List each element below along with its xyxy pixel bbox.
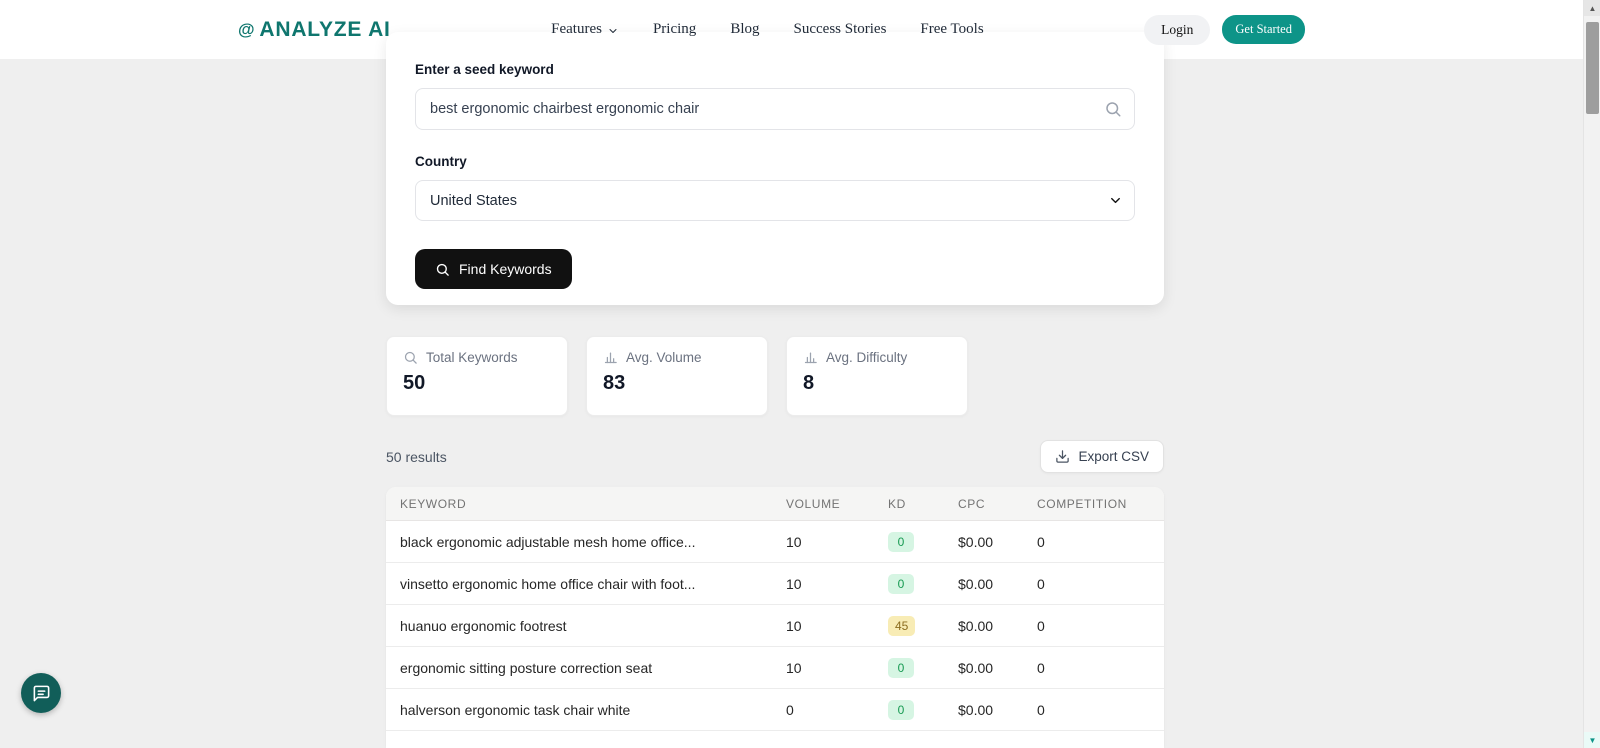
nav-item-label: Features	[551, 21, 602, 37]
stat-label: Avg. Volume	[626, 350, 702, 365]
scrollbar[interactable]: ▲ ▼	[1583, 0, 1600, 748]
seed-keyword-label: Enter a seed keyword	[415, 62, 554, 77]
seed-keyword-input[interactable]	[415, 88, 1135, 130]
keyword-cell: black ergonomic adjustable mesh home off…	[400, 533, 696, 550]
cpc-cell: $0.00	[958, 659, 994, 676]
volume-cell: 0	[786, 701, 794, 718]
volume-cell: 10	[786, 533, 802, 550]
keyword-search-card: Enter a seed keyword Country United Stat…	[386, 32, 1164, 305]
stat-card-avg-difficulty: Avg. Difficulty 8	[786, 336, 968, 416]
keyword-cell: ergonomic sitting posture correction sea…	[400, 659, 653, 676]
kd-badge: 0	[888, 699, 914, 720]
bar-chart-icon	[804, 352, 817, 364]
column-header-competition: COMPETITION	[1037, 496, 1127, 511]
competition-cell: 0	[1037, 575, 1045, 592]
table-row[interactable]: ergonomic sitting posture correction sea…	[386, 647, 1164, 689]
stat-value: 50	[403, 372, 426, 394]
competition-cell: 0	[1037, 533, 1045, 550]
search-icon	[404, 351, 417, 364]
top-navigation: @ ANALYZE AI Features Pricing Blog Succe…	[0, 0, 1583, 59]
logo-text: ANALYZE AI	[259, 17, 391, 41]
stat-card-total-keywords: Total Keywords 50	[386, 336, 568, 416]
export-csv-button[interactable]: Export CSV	[1040, 440, 1164, 473]
country-label: Country	[415, 154, 467, 169]
results-count: 50 results	[386, 448, 447, 465]
cpc-cell: $0.00	[958, 617, 994, 634]
cpc-cell: $0.00	[958, 701, 994, 718]
volume-cell: 10	[786, 617, 802, 634]
nav-item-features[interactable]: Features	[551, 21, 619, 38]
column-header-kd: KD	[888, 496, 906, 511]
chat-icon	[33, 685, 49, 701]
kd-badge: 45	[888, 615, 916, 636]
competition-cell: 0	[1037, 701, 1045, 718]
table-row[interactable]: halverson ergonomic task chair white 0 0…	[386, 689, 1164, 731]
get-started-button[interactable]: Get Started	[1222, 15, 1305, 44]
nav-links: Features Pricing Blog Success Stories Fr…	[551, 21, 984, 38]
keyword-cell: halverson ergonomic task chair white	[400, 701, 631, 718]
stat-value: 8	[803, 372, 815, 394]
cpc-cell: $0.00	[958, 575, 994, 592]
competition-cell: 0	[1037, 659, 1045, 676]
nav-actions: Login Get Started	[1144, 14, 1305, 45]
competition-cell: 0	[1037, 617, 1045, 634]
search-icon	[436, 263, 449, 276]
volume-cell: 10	[786, 659, 802, 676]
column-header-cpc: CPC	[958, 496, 986, 511]
scroll-up-button[interactable]: ▲	[1584, 0, 1600, 16]
table-row[interactable]: black ergonomic adjustable mesh home off…	[386, 521, 1164, 563]
nav-item-blog[interactable]: Blog	[730, 21, 759, 38]
scroll-down-button[interactable]: ▼	[1584, 732, 1600, 748]
stat-label: Total Keywords	[426, 350, 518, 365]
keywords-table: KEYWORD VOLUME KD CPC COMPETITION black …	[386, 487, 1164, 748]
column-header-keyword: KEYWORD	[400, 496, 467, 511]
stats-row: Total Keywords 50 Avg. Volume 83 Avg. Di…	[386, 336, 968, 416]
logo-icon: @	[238, 19, 256, 39]
export-csv-label: Export CSV	[1078, 449, 1149, 464]
chat-widget-button[interactable]	[21, 673, 61, 713]
find-keywords-button[interactable]: Find Keywords	[415, 249, 572, 289]
login-button[interactable]: Login	[1144, 14, 1211, 45]
stat-label: Avg. Difficulty	[826, 350, 908, 365]
find-keywords-label: Find Keywords	[459, 261, 552, 277]
nav-item-free-tools[interactable]: Free Tools	[920, 21, 983, 38]
bar-chart-icon	[604, 352, 617, 364]
seed-keyword-input-wrap	[415, 88, 1135, 130]
table-row[interactable]: huanuo ergonomic footrest 10 45 $0.00 0	[386, 605, 1164, 647]
table-header-row: KEYWORD VOLUME KD CPC COMPETITION	[386, 487, 1164, 521]
cpc-cell: $0.00	[958, 533, 994, 550]
stat-card-avg-volume: Avg. Volume 83	[586, 336, 768, 416]
nav-item-success-stories[interactable]: Success Stories	[794, 21, 887, 38]
logo[interactable]: @ ANALYZE AI	[238, 18, 391, 42]
volume-cell: 10	[786, 575, 802, 592]
scrollbar-thumb[interactable]	[1586, 22, 1599, 114]
kd-badge: 0	[888, 657, 914, 678]
table-row[interactable]: vinsetto ergonomic home office chair wit…	[386, 563, 1164, 605]
download-icon	[1056, 450, 1070, 463]
country-select[interactable]: United States	[415, 180, 1135, 221]
kd-badge: 0	[888, 531, 914, 552]
country-select-wrap: United States	[415, 180, 1135, 221]
kd-badge: 0	[888, 573, 914, 594]
column-header-volume: VOLUME	[786, 496, 841, 511]
keyword-cell: huanuo ergonomic footrest	[400, 617, 567, 634]
search-icon	[1106, 102, 1121, 117]
chevron-down-icon	[609, 28, 617, 33]
nav-item-pricing[interactable]: Pricing	[653, 21, 696, 38]
stat-value: 83	[603, 372, 626, 394]
keyword-cell: vinsetto ergonomic home office chair wit…	[400, 575, 696, 592]
results-bar: 50 results Export CSV	[386, 440, 1164, 473]
